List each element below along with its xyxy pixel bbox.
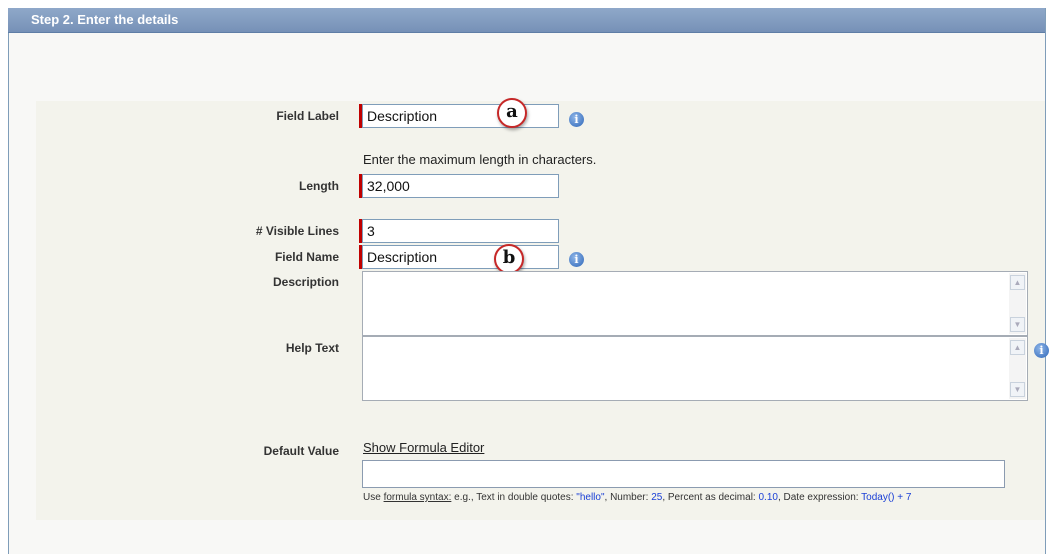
info-icon[interactable]: i: [569, 252, 584, 267]
scroll-up-icon[interactable]: ▲: [1010, 275, 1025, 290]
description-textarea[interactable]: ▲ ▼: [362, 271, 1028, 336]
help-text-label: Help Text: [285, 341, 339, 355]
length-input[interactable]: 32,000: [362, 174, 559, 198]
description-label: Description: [272, 275, 339, 289]
hint-part1: e.g., Text in double quotes:: [451, 492, 577, 503]
scroll-down-icon[interactable]: ▼: [1010, 382, 1025, 397]
visible-lines-input[interactable]: 3: [362, 219, 559, 243]
top-band: [9, 33, 1045, 101]
scroll-down-icon[interactable]: ▼: [1010, 317, 1025, 332]
field-name-input[interactable]: Description: [362, 245, 559, 269]
length-hint: Enter the maximum length in characters.: [363, 152, 597, 167]
callout-marker-b: b: [494, 244, 524, 274]
date-example: Today() + 7: [861, 492, 912, 503]
length-label: Length: [299, 179, 339, 193]
number-example: 25: [651, 492, 663, 503]
formula-syntax-link[interactable]: formula syntax:: [384, 492, 452, 503]
info-icon[interactable]: i: [569, 112, 584, 127]
scroll-up-icon[interactable]: ▲: [1010, 340, 1025, 355]
help-text-textarea[interactable]: ▲ ▼: [362, 336, 1028, 401]
default-value-input[interactable]: [362, 460, 1005, 488]
formula-hint: Use formula syntax: e.g., Text in double…: [363, 491, 1003, 505]
text-example: "hello": [576, 492, 605, 503]
hint-part2: , Number:: [604, 492, 652, 503]
hint-prefix: Use: [363, 492, 384, 503]
percent-example: 0.10: [758, 492, 778, 503]
field-label-input[interactable]: Description: [362, 104, 559, 128]
show-formula-editor-link[interactable]: Show Formula Editor: [363, 440, 484, 455]
step-header: Step 2. Enter the details: [8, 8, 1045, 33]
visible-lines-label: # Visible Lines: [255, 224, 339, 238]
scrollbar[interactable]: ▲ ▼: [1009, 338, 1026, 399]
callout-marker-a: a: [497, 98, 527, 128]
hint-part3: , Percent as decimal:: [662, 492, 759, 503]
field-name-label: Field Name: [274, 250, 339, 264]
hint-part4: , Date expression:: [777, 492, 862, 503]
step-title: Step 2. Enter the details: [31, 12, 179, 27]
info-icon[interactable]: i: [1034, 343, 1049, 358]
default-value-label: Default Value: [263, 444, 339, 458]
field-label-label: Field Label: [276, 109, 339, 123]
scrollbar[interactable]: ▲ ▼: [1009, 273, 1026, 334]
